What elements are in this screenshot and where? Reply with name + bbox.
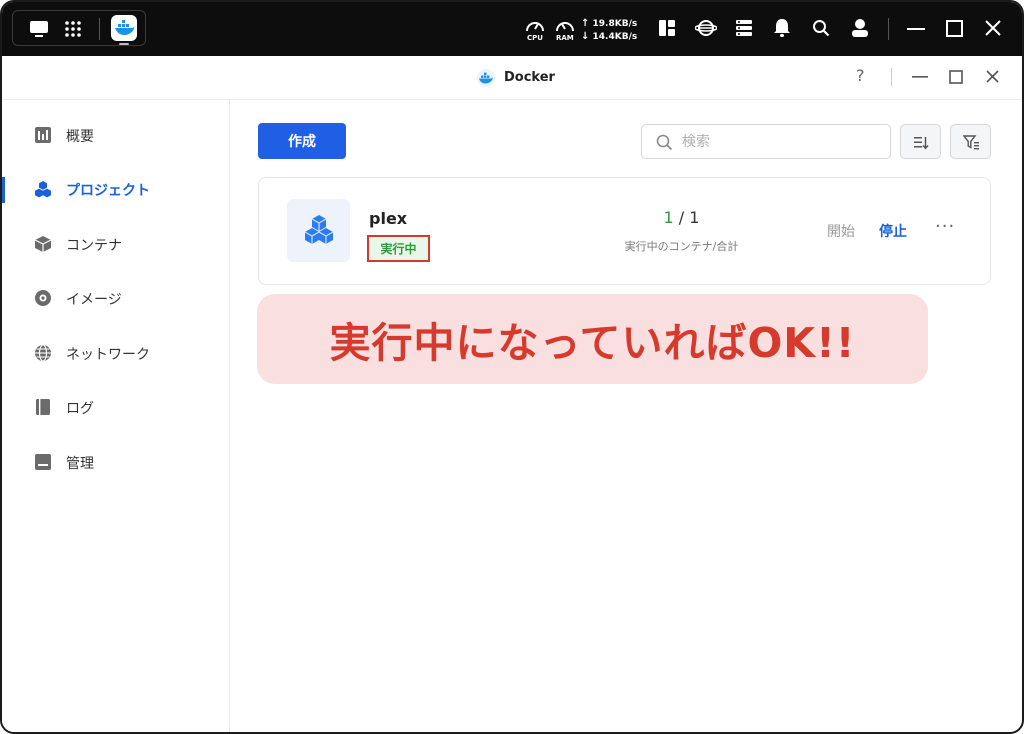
upload-speed: ↑ 19.8KB/s	[581, 18, 637, 30]
start-button[interactable]: 開始	[827, 221, 855, 241]
window-minimize-icon[interactable]	[912, 76, 928, 79]
ram-gauge-icon[interactable]	[554, 16, 576, 34]
upload-speed-value: 19.8KB/s	[592, 19, 638, 29]
active-app-indicator	[119, 43, 129, 45]
docker-whale-icon	[115, 20, 135, 35]
search-input[interactable]	[682, 131, 882, 153]
status-badge: 実行中	[367, 235, 430, 262]
minimize-icon[interactable]	[907, 28, 925, 31]
maximize-icon[interactable]	[946, 20, 963, 37]
taskbar-divider	[99, 18, 100, 40]
storage-status-icon[interactable]	[735, 19, 753, 37]
create-button[interactable]: 作成	[258, 123, 346, 159]
project-card[interactable]: plex 実行中 1 / 1 実行中のコンテナ/合計 開始 停止 ···	[258, 177, 991, 285]
window-close-icon[interactable]	[986, 70, 999, 83]
docker-logo-icon	[477, 69, 495, 87]
sidebar-item-label: ログ	[66, 401, 94, 417]
sidebar-item-containers[interactable]: コンテナ	[2, 224, 230, 264]
sidebar: 概要 プロジェクト コンテナ イメージ ネットワーク ログ 管理	[2, 100, 230, 732]
search-box	[641, 124, 891, 159]
search-icon	[656, 134, 673, 151]
docker-taskbar-app[interactable]	[111, 15, 137, 41]
screen-frame: CPU RAM ↑ 19.8KB/s ↓ 14.4KB/s Docker ? 概…	[0, 0, 1024, 734]
sidebar-item-manage[interactable]: 管理	[2, 442, 230, 482]
log-icon	[36, 399, 50, 415]
help-button[interactable]: ?	[856, 66, 865, 85]
sort-icon	[914, 137, 929, 150]
sidebar-item-network[interactable]: ネットワーク	[2, 333, 230, 373]
sidebar-item-label: 概要	[66, 129, 94, 145]
network-icon	[35, 344, 51, 362]
manage-icon	[35, 454, 51, 470]
widgets-icon[interactable]	[658, 19, 676, 37]
notification-bell-icon[interactable]	[773, 18, 791, 38]
sidebar-item-log[interactable]: ログ	[2, 387, 230, 427]
download-arrow-icon: ↓	[581, 31, 590, 42]
remote-access-globe-icon[interactable]	[695, 18, 717, 38]
total-count: 1	[689, 208, 700, 227]
download-speed: ↓ 14.4KB/s	[581, 31, 637, 43]
sidebar-item-projects[interactable]: プロジェクト	[2, 169, 230, 209]
container-count: 1 / 1	[599, 208, 764, 227]
count-separator: /	[678, 208, 685, 227]
stop-button[interactable]: 停止	[879, 221, 907, 241]
cpu-gauge-icon[interactable]	[524, 16, 546, 34]
sidebar-item-label: コンテナ	[66, 238, 122, 254]
project-name: plex	[369, 209, 408, 228]
sidebar-item-label: プロジェクト	[66, 183, 150, 199]
image-icon	[35, 290, 51, 306]
window-controls-divider	[891, 68, 892, 86]
cpu-label: CPU	[527, 34, 543, 42]
search-icon[interactable]	[812, 19, 830, 37]
app-grid-icon[interactable]	[63, 19, 83, 39]
container-icon	[34, 236, 52, 252]
download-speed-value: 14.4KB/s	[592, 32, 638, 42]
system-taskbar: CPU RAM ↑ 19.8KB/s ↓ 14.4KB/s	[2, 2, 1022, 56]
filter-icon	[963, 135, 979, 150]
upload-arrow-icon: ↑	[581, 18, 590, 29]
sort-button[interactable]	[900, 124, 941, 159]
window-maximize-icon[interactable]	[949, 70, 963, 84]
running-count: 1	[663, 208, 674, 227]
sidebar-item-overview[interactable]: 概要	[2, 115, 230, 155]
sidebar-item-images[interactable]: イメージ	[2, 278, 230, 318]
taskbar-app-group	[12, 10, 146, 46]
system-divider	[888, 18, 889, 40]
filter-button[interactable]	[950, 124, 991, 159]
ram-label: RAM	[556, 34, 574, 42]
sidebar-item-label: イメージ	[66, 292, 122, 308]
user-account-icon[interactable]	[850, 18, 870, 38]
overview-icon	[35, 127, 51, 143]
close-icon[interactable]	[985, 20, 1001, 36]
project-icon	[35, 181, 51, 198]
window-title: Docker	[504, 70, 555, 85]
more-options-button[interactable]: ···	[935, 216, 955, 237]
show-desktop-icon[interactable]	[29, 20, 49, 38]
window-titlebar: Docker ?	[2, 56, 1022, 100]
sidebar-item-label: ネットワーク	[66, 347, 150, 363]
container-count-label: 実行中のコンテナ/合計	[624, 240, 739, 253]
project-thumbnail	[287, 199, 350, 262]
sidebar-item-label: 管理	[66, 456, 94, 472]
project-cubes-icon	[304, 215, 334, 244]
annotation-callout: 実行中になっていればOK!!	[257, 294, 928, 384]
